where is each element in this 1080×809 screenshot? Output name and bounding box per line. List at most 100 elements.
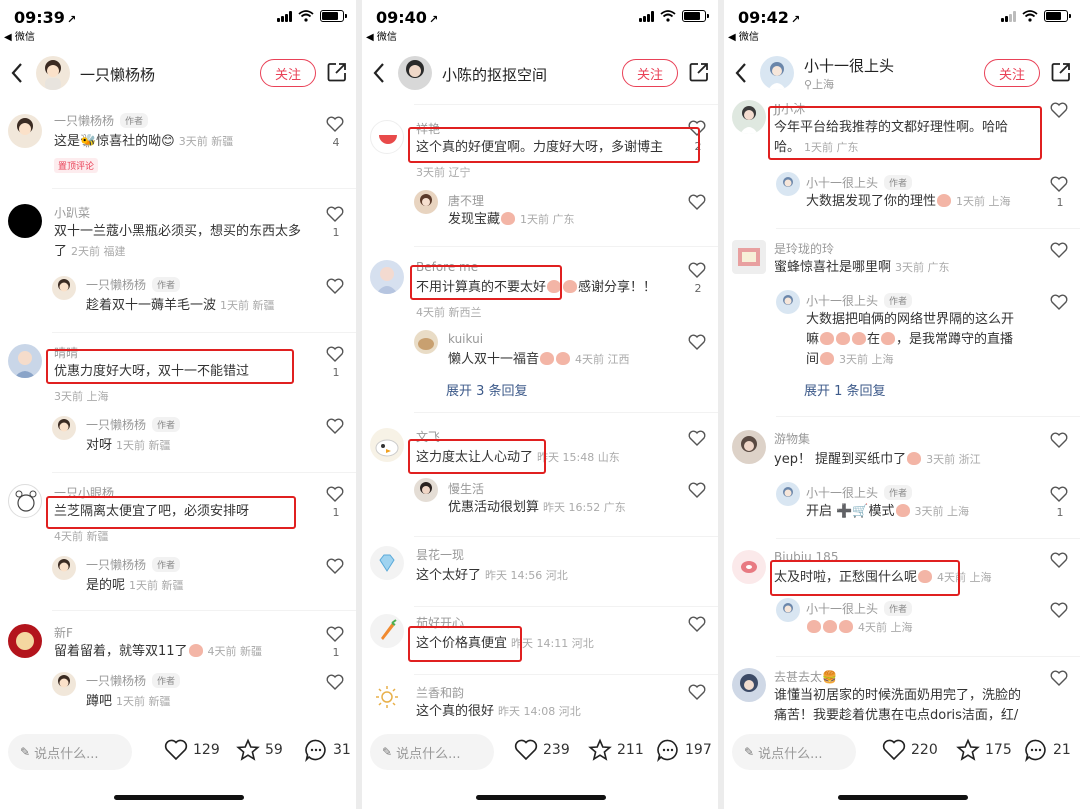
heart-icon[interactable] [688, 334, 706, 350]
home-indicator[interactable] [476, 795, 606, 800]
comment-stat[interactable]: 21 [1024, 738, 1071, 762]
expand-replies-link[interactable]: 展开 1 条回复 [804, 380, 886, 399]
expand-replies-link[interactable]: 展开 3 条回复 [446, 380, 528, 399]
reply-name[interactable]: 一只懒杨杨 作者 [86, 556, 181, 573]
avatar[interactable] [732, 550, 766, 584]
avatar[interactable] [370, 428, 404, 462]
back-to-wechat[interactable]: ◀ 微信 [728, 28, 759, 43]
follow-button[interactable]: 关注 [984, 59, 1040, 87]
star-stat[interactable]: 59 [236, 738, 283, 762]
comment-item[interactable]: Biubiu 185 太及时啦，正愁囤什么呢 4天前 上海 小十一很上头 作者 4天… [724, 550, 1080, 646]
home-indicator[interactable] [114, 795, 244, 800]
comment-input[interactable]: ✎ 说点什么... [8, 734, 132, 770]
reply-name[interactable]: 一只懒杨杨 作者 [86, 672, 181, 689]
heart-icon[interactable] [326, 418, 344, 434]
star-stat[interactable]: 175 [956, 738, 1012, 762]
heart-icon[interactable] [326, 674, 344, 690]
avatar[interactable] [732, 668, 766, 702]
avatar[interactable] [732, 100, 766, 134]
comment-item[interactable]: 是玲珑的玲 蜜蜂惊喜社是哪里啊 3天前 广东 小十一很上头 作者 大数据把咱俩的网络… [724, 240, 1080, 410]
heart-icon[interactable] [1050, 176, 1068, 192]
heart-icon[interactable] [688, 194, 706, 210]
avatar[interactable] [776, 290, 800, 314]
share-icon[interactable] [326, 61, 348, 83]
follow-button[interactable]: 关注 [260, 59, 316, 87]
heart-icon[interactable] [326, 346, 344, 362]
comment-item[interactable]: 晴晴 优惠力度好大呀，双十一不能错过 3天前 上海 1 一只懒杨杨 作者 对呀 1天… [0, 344, 356, 460]
commenter-name[interactable]: 是玲珑的玲 [774, 240, 834, 257]
commenter-name[interactable]: 兰香和韵 [416, 684, 464, 701]
heart-icon[interactable] [326, 486, 344, 502]
share-icon[interactable] [1050, 61, 1072, 83]
commenter-name[interactable]: 文飞 [416, 428, 440, 445]
avatar[interactable] [8, 624, 42, 658]
reply-name[interactable]: 小十一很上头 作者 [806, 292, 913, 309]
heart-icon[interactable] [1050, 552, 1068, 568]
follow-button[interactable]: 关注 [622, 59, 678, 87]
heart-icon[interactable] [688, 684, 706, 700]
reply-name[interactable]: 慢生活 [448, 480, 484, 497]
share-icon[interactable] [688, 61, 710, 83]
author-name[interactable]: 小陈的抠抠空间 [442, 64, 547, 85]
avatar[interactable] [414, 190, 438, 214]
commenter-name[interactable]: 一只懒杨杨 作者 [54, 112, 149, 129]
comment-stat[interactable]: 31 [304, 738, 351, 762]
comment-item[interactable]: 小趴菜 双十一兰蔻小黑瓶必须买，想买的东西太多了 2天前 福建 1 一只懒杨杨 作者… [0, 204, 356, 324]
comment-stat[interactable]: 197 [656, 738, 712, 762]
heart-icon[interactable] [688, 616, 706, 632]
reply-name[interactable]: 小十一很上头 作者 [806, 600, 913, 617]
commenter-name[interactable]: 祥艳 [416, 120, 440, 137]
heart-icon[interactable] [688, 430, 706, 446]
avatar[interactable] [8, 114, 42, 148]
commenter-name[interactable]: Biubiu 185 [774, 550, 838, 564]
comment-item[interactable]: 游物集 yep！ 提醒到买纸巾了 3天前 浙江 小十一很上头 作者 开启 ➕🛒模式 3… [724, 430, 1080, 530]
avatar[interactable] [52, 556, 76, 580]
like-stat[interactable]: 220 [882, 738, 938, 762]
back-arrow-icon[interactable] [732, 60, 750, 86]
commenter-name[interactable]: 新F [54, 624, 73, 641]
avatar[interactable] [732, 430, 766, 464]
author-name[interactable]: 一只懒杨杨 [80, 64, 155, 85]
back-to-wechat[interactable]: ◀ 微信 [366, 28, 397, 43]
heart-icon[interactable] [1050, 242, 1068, 258]
heart-icon[interactable] [688, 262, 706, 278]
reply-name[interactable]: 一只懒杨杨 作者 [86, 276, 181, 293]
avatar[interactable] [370, 260, 404, 294]
like-stat[interactable]: 239 [514, 738, 570, 762]
heart-icon[interactable] [326, 558, 344, 574]
comment-item[interactable]: 去甚去太🍔 谁懂当初居家的时候洗面奶用完了，洗脸的 痛苦！我要趁着优惠在屯点dor… [724, 668, 1080, 725]
avatar[interactable] [776, 482, 800, 506]
heart-icon[interactable] [688, 482, 706, 498]
heart-icon[interactable] [1050, 670, 1068, 686]
commenter-name[interactable]: 小趴菜 [54, 204, 90, 221]
avatar[interactable] [370, 546, 404, 580]
comment-item[interactable]: 文飞 这力度太让人心动了 昨天 15:48 山东 慢生活 优惠活动很划算 昨天 16… [362, 426, 718, 526]
comment-item[interactable]: 新F 留着留着，就等双11了 4天前 新疆 1 一只懒杨杨 作者 蹲吧 1天前 新疆 [0, 624, 356, 724]
heart-icon[interactable] [1050, 294, 1068, 310]
author-avatar[interactable] [760, 56, 794, 90]
comment-item[interactable]: Before me 不用计算真的不要太好 感谢分享！！ 4天前 新西兰 2 kui… [362, 260, 718, 400]
back-arrow-icon[interactable] [8, 60, 26, 86]
avatar[interactable] [52, 416, 76, 440]
heart-icon[interactable] [326, 206, 344, 222]
avatar[interactable] [8, 204, 42, 238]
author-name[interactable]: 小十一很上头 [804, 55, 894, 76]
comment-item[interactable]: 一只小眼杨 兰芝隔离太便宜了吧，必须安排呀 4天前 新疆 1 一只懒杨杨 作者 是… [0, 484, 356, 600]
star-stat[interactable]: 211 [588, 738, 644, 762]
comment-item[interactable]: 祥艳 这个真的好便宜啊。力度好大呀，多谢博主 3天前 辽宁 2 唐不理 发现宝藏… [362, 118, 718, 236]
like-stat[interactable]: 129 [164, 738, 220, 762]
avatar[interactable] [370, 614, 404, 648]
heart-icon[interactable] [1050, 102, 1068, 118]
reply-name[interactable]: 唐不理 [448, 192, 484, 209]
heart-icon[interactable] [326, 116, 344, 132]
reply-name[interactable]: 小十一很上头 作者 [806, 484, 913, 501]
author-avatar[interactable] [36, 56, 70, 90]
heart-icon[interactable] [1050, 432, 1068, 448]
comment-item[interactable]: 兰香和韵 这个真的很好 昨天 14:08 河北 [362, 680, 718, 725]
avatar[interactable] [414, 330, 438, 354]
commenter-name[interactable]: 茄好开心 [416, 614, 464, 631]
heart-icon[interactable] [688, 120, 706, 136]
comment-item[interactable]: 昙花一现 这个太好了 昨天 14:56 河北 [362, 546, 718, 596]
heart-icon[interactable] [326, 626, 344, 642]
comment-input[interactable]: ✎ 说点什么... [370, 734, 494, 770]
